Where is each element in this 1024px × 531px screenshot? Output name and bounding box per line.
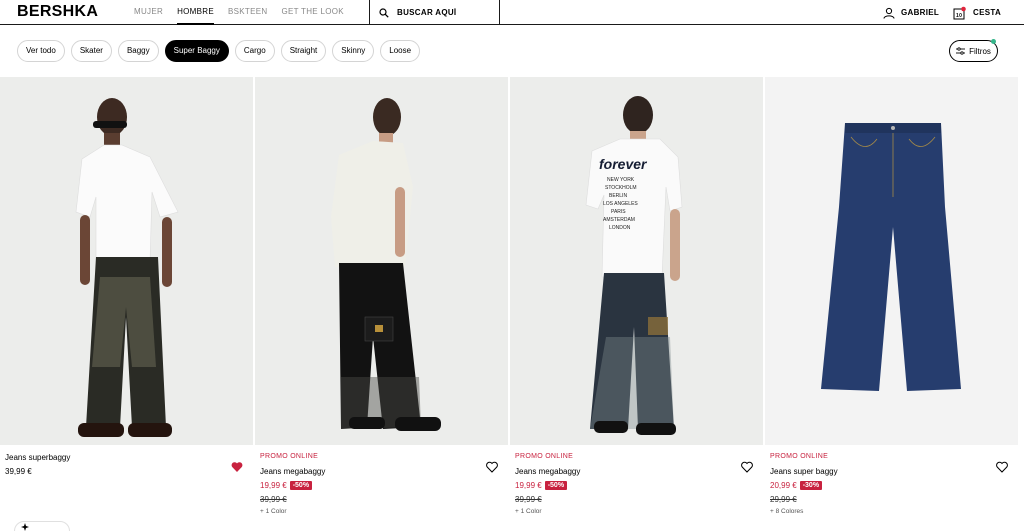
product-image[interactable] — [255, 77, 508, 445]
nav-mujer[interactable]: MUJER — [134, 0, 163, 25]
tshirt-print-city: BERLIN — [609, 193, 627, 199]
nav-hombre[interactable]: HOMBRE — [177, 0, 214, 25]
active-filter-dot — [991, 39, 996, 44]
product-sale-price: 19,99 € — [515, 481, 542, 490]
product-info: PROMO ONLINE Jeans megabaggy 19,99 € -50… — [255, 445, 508, 515]
more-colors-label[interactable]: + 1 Color — [515, 508, 758, 515]
product-image[interactable] — [0, 77, 253, 445]
product-image[interactable]: forever NEW YORK STOCKHOLM BERLIN LOS AN… — [510, 77, 763, 445]
product-card[interactable]: forever NEW YORK STOCKHOLM BERLIN LOS AN… — [510, 77, 763, 515]
product-info: Jeans superbaggy 39,99 € — [0, 445, 253, 476]
more-colors-label[interactable]: + 8 Colores — [770, 508, 1013, 515]
cart-label: CESTA — [973, 8, 1002, 17]
discount-badge: -50% — [289, 481, 313, 490]
svg-text:10: 10 — [956, 13, 962, 19]
cart-icon: 10 — [953, 6, 966, 19]
chip-loose[interactable]: Loose — [380, 40, 421, 62]
product-image[interactable] — [765, 77, 1018, 445]
discount-badge: -50% — [544, 481, 568, 490]
promo-label: PROMO ONLINE — [260, 453, 319, 460]
product-info: PROMO ONLINE Jeans megabaggy 19,99 € -50… — [510, 445, 763, 515]
product-sale-price: 20,99 € — [770, 481, 797, 490]
tshirt-print-title: forever — [599, 156, 648, 172]
product-price: 39,99 € — [5, 467, 32, 476]
top-header: BERSHKA MUJER HOMBRE BSKTEEN GET THE LOO… — [0, 0, 1024, 25]
nav-get-the-look[interactable]: GET THE LOOK — [281, 0, 343, 25]
chip-skater[interactable]: Skater — [70, 40, 112, 62]
promo-label: PROMO ONLINE — [515, 453, 574, 460]
discount-badge: -30% — [799, 481, 823, 490]
product-card[interactable]: PROMO ONLINE Jeans megabaggy 19,99 € -50… — [255, 77, 508, 515]
product-info: PROMO ONLINE Jeans super baggy 20,99 € -… — [765, 445, 1018, 515]
cart-button[interactable]: 10 CESTA — [953, 0, 1001, 25]
product-name[interactable]: Jeans superbaggy — [5, 453, 248, 462]
tshirt-print-city: PARIS — [611, 209, 626, 215]
tshirt-print-city: NEW YORK — [607, 177, 635, 183]
product-old-price: 39,99 € — [260, 495, 287, 504]
filters-label: Filtros — [969, 46, 991, 56]
product-sale-price: 19,99 € — [260, 481, 287, 490]
user-account-button[interactable]: GABRIEL — [883, 0, 939, 25]
search-box[interactable] — [369, 0, 500, 25]
tshirt-print-city: AMSTERDAM — [603, 217, 635, 223]
brand-logo[interactable]: BERSHKA — [17, 3, 98, 21]
sliders-icon — [956, 47, 966, 55]
product-name[interactable]: Jeans megabaggy — [260, 467, 503, 476]
product-old-price: 39,99 € — [515, 495, 542, 504]
filters-button[interactable]: Filtros — [949, 39, 998, 62]
heart-outline-icon[interactable] — [741, 461, 753, 473]
promo-label: PROMO ONLINE — [770, 453, 829, 460]
heart-outline-icon[interactable] — [996, 461, 1008, 473]
category-filter-bar: Ver todo Skater Baggy Super Baggy Cargo … — [17, 40, 421, 62]
nav-bskteen[interactable]: BSKTEEN — [228, 0, 267, 25]
heart-outline-icon[interactable] — [486, 461, 498, 473]
more-colors-label[interactable]: + 1 Color — [260, 508, 503, 515]
user-icon — [883, 7, 895, 19]
product-old-price: 29,99 € — [770, 495, 797, 504]
tshirt-print-city: LONDON — [609, 225, 631, 231]
chip-straight[interactable]: Straight — [280, 40, 327, 62]
user-name-label: GABRIEL — [901, 8, 940, 17]
product-name[interactable]: Jeans super baggy — [770, 467, 1013, 476]
main-nav: MUJER HOMBRE BSKTEEN GET THE LOOK — [134, 0, 358, 25]
search-icon — [379, 7, 389, 18]
search-input[interactable] — [397, 8, 492, 17]
chip-skinny[interactable]: Skinny — [332, 40, 375, 62]
sparkle-icon[interactable] — [18, 522, 32, 531]
product-card[interactable]: Jeans superbaggy 39,99 € — [0, 77, 253, 481]
product-card[interactable]: PROMO ONLINE Jeans super baggy 20,99 € -… — [765, 77, 1018, 515]
chip-baggy[interactable]: Baggy — [117, 40, 159, 62]
heart-filled-icon[interactable] — [231, 461, 243, 473]
chip-super-baggy[interactable]: Super Baggy — [164, 40, 229, 62]
tshirt-print-city: LOS ANGELES — [603, 201, 638, 207]
tshirt-print-city: STOCKHOLM — [605, 185, 637, 191]
chip-cargo[interactable]: Cargo — [234, 40, 275, 62]
product-name[interactable]: Jeans megabaggy — [515, 467, 758, 476]
chip-ver-todo[interactable]: Ver todo — [17, 40, 65, 62]
